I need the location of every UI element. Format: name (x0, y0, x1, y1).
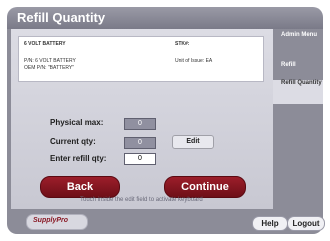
supplypro-logo: SupplyPro (26, 214, 88, 230)
title-bar: Refill Quantity (7, 7, 323, 29)
sidebar-item-label: Refill (281, 62, 296, 68)
page-title: Refill Quantity (17, 10, 106, 25)
back-button[interactable]: Back (40, 176, 120, 198)
sidebar-item-refill[interactable]: Refill (273, 62, 323, 76)
oem-part-number: OEM P/N: "BATTERY" (24, 65, 75, 71)
edit-button[interactable]: Edit (172, 135, 214, 149)
current-qty-label: Current qty: (50, 137, 96, 146)
logo-text: SupplyPro (33, 217, 69, 224)
refill-qty-label: Enter refill qty: (50, 154, 107, 163)
part-number: P/N: 6 VOLT BATTERY (24, 58, 76, 64)
sidebar-item-admin-menu[interactable]: Admin Menu (273, 32, 323, 58)
physical-max-label: Physical max: (50, 118, 104, 127)
continue-button[interactable]: Continue (164, 176, 246, 198)
refill-qty-input[interactable]: 0 (124, 153, 156, 165)
sidebar-item-label: Refill Quantity (281, 80, 322, 86)
current-qty-field: 0 (124, 137, 156, 149)
keyboard-hint: Touch inside the edit field to activate … (80, 197, 203, 203)
unit-of-issue: Unit of Issue: EA (175, 58, 213, 64)
item-info-box: 6 VOLT BATTERY STK#: P/N: 6 VOLT BATTERY… (18, 36, 264, 82)
app-window: Refill Quantity 6 VOLT BATTERY STK#: P/N… (0, 0, 330, 241)
sidebar-item-label: Admin Menu (281, 32, 317, 38)
sidebar-item-refill-quantity[interactable]: Refill Quantity (273, 80, 323, 104)
logout-button[interactable]: Logout (287, 216, 325, 231)
help-button[interactable]: Help (252, 216, 288, 231)
item-name: 6 VOLT BATTERY (24, 41, 66, 47)
stk-label: STK#: (175, 41, 190, 47)
physical-max-field: 0 (124, 118, 156, 130)
